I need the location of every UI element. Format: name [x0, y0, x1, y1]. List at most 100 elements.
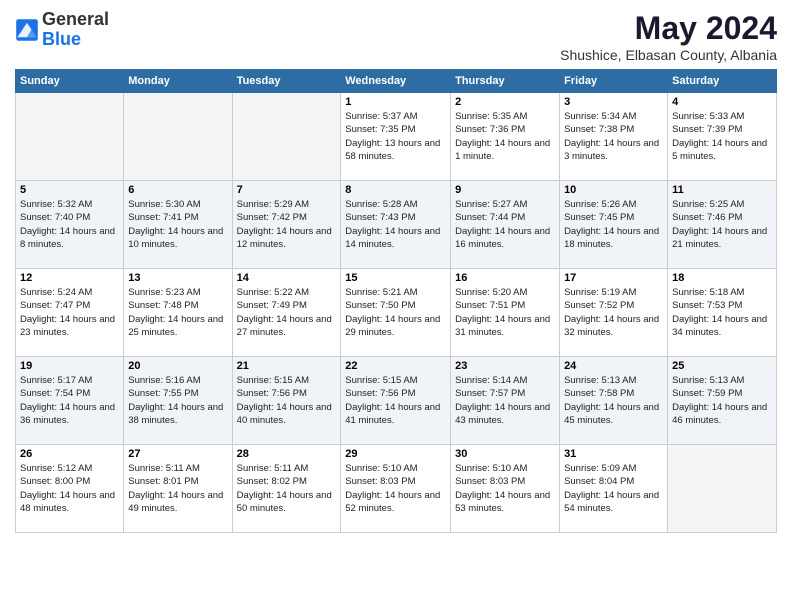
cell-details: Sunrise: 5:14 AMSunset: 7:57 PMDaylight:…	[455, 374, 555, 427]
month-title: May 2024	[560, 10, 777, 47]
cell-details: Sunrise: 5:12 AMSunset: 8:00 PMDaylight:…	[20, 462, 119, 515]
calendar-cell: 20 Sunrise: 5:16 AMSunset: 7:55 PMDaylig…	[124, 357, 232, 445]
calendar-cell: 19 Sunrise: 5:17 AMSunset: 7:54 PMDaylig…	[16, 357, 124, 445]
header-monday: Monday	[124, 70, 232, 93]
cell-details: Sunrise: 5:26 AMSunset: 7:45 PMDaylight:…	[564, 198, 663, 251]
calendar-cell: 25 Sunrise: 5:13 AMSunset: 7:59 PMDaylig…	[668, 357, 777, 445]
calendar-cell: 27 Sunrise: 5:11 AMSunset: 8:01 PMDaylig…	[124, 445, 232, 533]
logo-text: General Blue	[42, 10, 109, 50]
cell-details: Sunrise: 5:19 AMSunset: 7:52 PMDaylight:…	[564, 286, 663, 339]
cell-details: Sunrise: 5:11 AMSunset: 8:02 PMDaylight:…	[237, 462, 337, 515]
logo-blue: Blue	[42, 29, 81, 49]
header: General Blue May 2024 Shushice, Elbasan …	[15, 10, 777, 63]
day-number: 15	[345, 272, 446, 284]
calendar-cell: 31 Sunrise: 5:09 AMSunset: 8:04 PMDaylig…	[560, 445, 668, 533]
day-number: 9	[455, 184, 555, 196]
title-block: May 2024 Shushice, Elbasan County, Alban…	[560, 10, 777, 63]
day-number: 11	[672, 184, 772, 196]
cell-details: Sunrise: 5:32 AMSunset: 7:40 PMDaylight:…	[20, 198, 119, 251]
day-number: 2	[455, 96, 555, 108]
day-number: 26	[20, 448, 119, 460]
day-number: 12	[20, 272, 119, 284]
calendar-cell: 3 Sunrise: 5:34 AMSunset: 7:38 PMDayligh…	[560, 93, 668, 181]
calendar-week-row: 26 Sunrise: 5:12 AMSunset: 8:00 PMDaylig…	[16, 445, 777, 533]
calendar-cell: 11 Sunrise: 5:25 AMSunset: 7:46 PMDaylig…	[668, 181, 777, 269]
cell-details: Sunrise: 5:10 AMSunset: 8:03 PMDaylight:…	[345, 462, 446, 515]
calendar-cell: 7 Sunrise: 5:29 AMSunset: 7:42 PMDayligh…	[232, 181, 341, 269]
calendar-cell	[232, 93, 341, 181]
day-number: 31	[564, 448, 663, 460]
cell-details: Sunrise: 5:29 AMSunset: 7:42 PMDaylight:…	[237, 198, 337, 251]
calendar-cell: 17 Sunrise: 5:19 AMSunset: 7:52 PMDaylig…	[560, 269, 668, 357]
calendar-cell: 29 Sunrise: 5:10 AMSunset: 8:03 PMDaylig…	[341, 445, 451, 533]
cell-details: Sunrise: 5:10 AMSunset: 8:03 PMDaylight:…	[455, 462, 555, 515]
cell-details: Sunrise: 5:22 AMSunset: 7:49 PMDaylight:…	[237, 286, 337, 339]
day-number: 4	[672, 96, 772, 108]
calendar-cell: 18 Sunrise: 5:18 AMSunset: 7:53 PMDaylig…	[668, 269, 777, 357]
logo-general: General	[42, 9, 109, 29]
cell-details: Sunrise: 5:09 AMSunset: 8:04 PMDaylight:…	[564, 462, 663, 515]
header-tuesday: Tuesday	[232, 70, 341, 93]
calendar-cell	[16, 93, 124, 181]
logo-icon	[15, 18, 39, 42]
calendar-cell: 30 Sunrise: 5:10 AMSunset: 8:03 PMDaylig…	[451, 445, 560, 533]
calendar-table: Sunday Monday Tuesday Wednesday Thursday…	[15, 69, 777, 533]
calendar-cell: 26 Sunrise: 5:12 AMSunset: 8:00 PMDaylig…	[16, 445, 124, 533]
cell-details: Sunrise: 5:33 AMSunset: 7:39 PMDaylight:…	[672, 110, 772, 163]
day-number: 30	[455, 448, 555, 460]
calendar-cell: 28 Sunrise: 5:11 AMSunset: 8:02 PMDaylig…	[232, 445, 341, 533]
calendar-cell: 16 Sunrise: 5:20 AMSunset: 7:51 PMDaylig…	[451, 269, 560, 357]
day-number: 24	[564, 360, 663, 372]
calendar-header-row: Sunday Monday Tuesday Wednesday Thursday…	[16, 70, 777, 93]
cell-details: Sunrise: 5:37 AMSunset: 7:35 PMDaylight:…	[345, 110, 446, 163]
day-number: 14	[237, 272, 337, 284]
calendar-cell: 23 Sunrise: 5:14 AMSunset: 7:57 PMDaylig…	[451, 357, 560, 445]
day-number: 28	[237, 448, 337, 460]
cell-details: Sunrise: 5:15 AMSunset: 7:56 PMDaylight:…	[345, 374, 446, 427]
cell-details: Sunrise: 5:24 AMSunset: 7:47 PMDaylight:…	[20, 286, 119, 339]
day-number: 7	[237, 184, 337, 196]
day-number: 6	[128, 184, 227, 196]
day-number: 20	[128, 360, 227, 372]
calendar-cell: 4 Sunrise: 5:33 AMSunset: 7:39 PMDayligh…	[668, 93, 777, 181]
day-number: 8	[345, 184, 446, 196]
cell-details: Sunrise: 5:30 AMSunset: 7:41 PMDaylight:…	[128, 198, 227, 251]
header-wednesday: Wednesday	[341, 70, 451, 93]
header-thursday: Thursday	[451, 70, 560, 93]
calendar-week-row: 1 Sunrise: 5:37 AMSunset: 7:35 PMDayligh…	[16, 93, 777, 181]
calendar-cell: 14 Sunrise: 5:22 AMSunset: 7:49 PMDaylig…	[232, 269, 341, 357]
calendar-cell: 15 Sunrise: 5:21 AMSunset: 7:50 PMDaylig…	[341, 269, 451, 357]
cell-details: Sunrise: 5:21 AMSunset: 7:50 PMDaylight:…	[345, 286, 446, 339]
calendar-week-row: 19 Sunrise: 5:17 AMSunset: 7:54 PMDaylig…	[16, 357, 777, 445]
calendar-cell: 1 Sunrise: 5:37 AMSunset: 7:35 PMDayligh…	[341, 93, 451, 181]
day-number: 16	[455, 272, 555, 284]
cell-details: Sunrise: 5:13 AMSunset: 7:59 PMDaylight:…	[672, 374, 772, 427]
cell-details: Sunrise: 5:16 AMSunset: 7:55 PMDaylight:…	[128, 374, 227, 427]
calendar-cell	[668, 445, 777, 533]
header-friday: Friday	[560, 70, 668, 93]
page: General Blue May 2024 Shushice, Elbasan …	[0, 0, 792, 612]
day-number: 21	[237, 360, 337, 372]
cell-details: Sunrise: 5:35 AMSunset: 7:36 PMDaylight:…	[455, 110, 555, 163]
calendar-week-row: 12 Sunrise: 5:24 AMSunset: 7:47 PMDaylig…	[16, 269, 777, 357]
calendar-cell: 24 Sunrise: 5:13 AMSunset: 7:58 PMDaylig…	[560, 357, 668, 445]
day-number: 23	[455, 360, 555, 372]
cell-details: Sunrise: 5:18 AMSunset: 7:53 PMDaylight:…	[672, 286, 772, 339]
day-number: 5	[20, 184, 119, 196]
calendar-cell: 6 Sunrise: 5:30 AMSunset: 7:41 PMDayligh…	[124, 181, 232, 269]
calendar-cell: 21 Sunrise: 5:15 AMSunset: 7:56 PMDaylig…	[232, 357, 341, 445]
cell-details: Sunrise: 5:23 AMSunset: 7:48 PMDaylight:…	[128, 286, 227, 339]
logo: General Blue	[15, 10, 109, 50]
day-number: 13	[128, 272, 227, 284]
calendar-cell: 13 Sunrise: 5:23 AMSunset: 7:48 PMDaylig…	[124, 269, 232, 357]
day-number: 3	[564, 96, 663, 108]
cell-details: Sunrise: 5:28 AMSunset: 7:43 PMDaylight:…	[345, 198, 446, 251]
day-number: 19	[20, 360, 119, 372]
cell-details: Sunrise: 5:27 AMSunset: 7:44 PMDaylight:…	[455, 198, 555, 251]
calendar-cell: 8 Sunrise: 5:28 AMSunset: 7:43 PMDayligh…	[341, 181, 451, 269]
cell-details: Sunrise: 5:11 AMSunset: 8:01 PMDaylight:…	[128, 462, 227, 515]
day-number: 27	[128, 448, 227, 460]
day-number: 25	[672, 360, 772, 372]
cell-details: Sunrise: 5:15 AMSunset: 7:56 PMDaylight:…	[237, 374, 337, 427]
day-number: 1	[345, 96, 446, 108]
